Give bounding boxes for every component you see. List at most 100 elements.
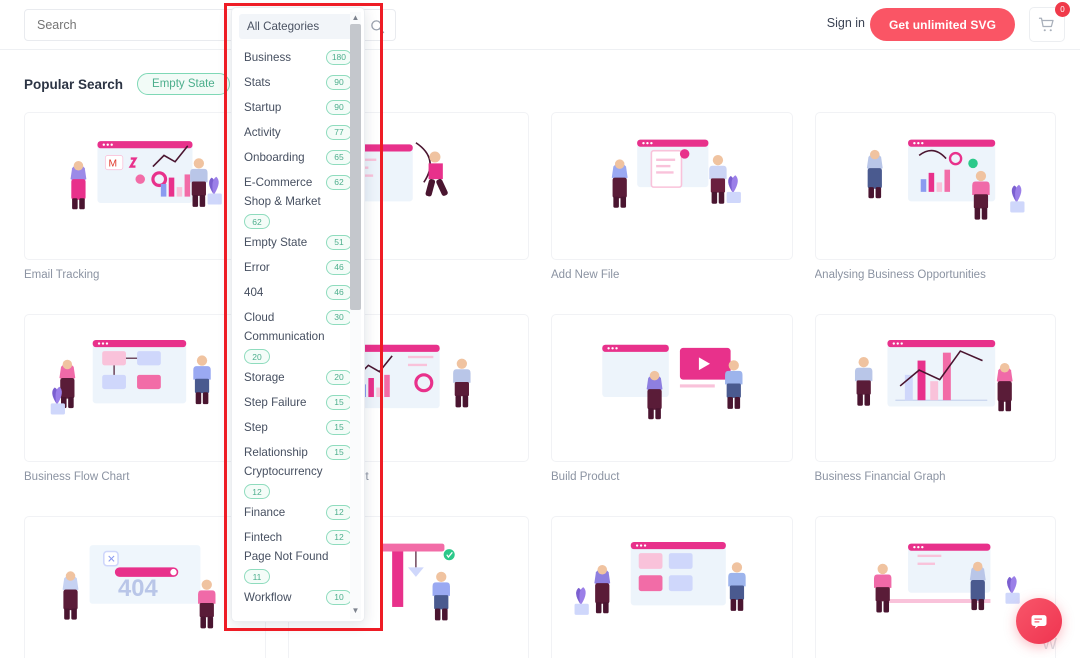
chevron-up-icon[interactable]: ▲ [351,13,360,22]
category-label: Empty State [244,235,308,249]
site-header: Sign in Get unlimited SVG 0 [0,0,1080,50]
category-item[interactable]: Page Not Found 11 [232,550,364,584]
illustration-title: Build Product [551,471,620,483]
category-label: Fintech [244,530,283,544]
category-item[interactable]: Cloud 30 [232,305,364,329]
category-label: Error [244,260,270,274]
category-item[interactable]: Step Failure 15 [232,390,364,414]
category-count-badge: 46 [326,259,352,275]
category-count-badge: 10 [326,589,352,605]
category-count-badge: 46 [326,284,352,300]
category-label: All Categories [247,20,320,33]
category-item[interactable]: Workflow 10 [232,585,364,609]
illustration-title: Add New File [551,269,620,281]
illustration-card[interactable]: Team Brainstorm [551,516,793,658]
category-label: 404 [244,285,264,299]
illustration-card[interactable]: Analysing Business Opportunities [814,112,1056,292]
illustration-title: Business Flow Chart [24,471,130,483]
category-label: Communication [244,330,325,343]
category-item[interactable]: Onboarding 65 [232,145,364,169]
category-count-badge: 62 [244,214,270,229]
category-count-badge: 30 [326,309,352,325]
category-list: All Categories Business 180 Stats 90 Startup 9… [232,8,364,621]
search-icon[interactable] [367,16,387,36]
category-item[interactable]: Startup 90 [232,95,364,119]
cart-button[interactable]: 0 [1029,2,1070,42]
category-item[interactable]: Finance 12 [232,500,364,524]
illustration-thumbnail[interactable]: M [24,112,266,260]
illustration-thumbnail[interactable] [814,516,1056,658]
category-count-badge: 90 [326,74,352,90]
category-count-badge: 51 [326,234,352,250]
category-item[interactable]: 404 46 [232,280,364,304]
category-label: Stats [244,75,271,89]
category-item[interactable]: Business 180 [232,45,364,69]
svg-text:✕: ✕ [107,554,116,565]
get-unlimited-svg-button[interactable]: Get unlimited SVG [870,8,1015,41]
category-count-badge: 12 [244,484,270,499]
category-label: Page Not Found [244,550,329,563]
illustration-title: Analysing Business Opportunities [814,269,986,281]
illustration-card[interactable]: Build Product [551,314,793,494]
illustration-thumbnail[interactable] [814,112,1056,260]
chat-bubble-icon [1031,615,1047,629]
illustration-thumbnail[interactable] [814,314,1056,462]
illustration-thumbnail[interactable]: 404 ✕ [24,516,266,658]
category-item[interactable]: E-Commerce 62 [232,170,364,194]
category-item[interactable]: Cryptocurrency 12 [232,465,364,499]
category-item[interactable]: Communication 20 [232,330,364,364]
illustration-card[interactable]: Business Financial Graph [814,314,1056,494]
category-label: Shop & Market [244,195,321,208]
category-item-all[interactable]: All Categories [239,14,357,39]
cart-count-badge: 0 [1055,2,1070,17]
category-dropdown[interactable]: All Categories Business 180 Stats 90 Startup 9… [231,7,365,622]
illustration-title: Business Financial Graph [814,471,946,483]
illustration-thumbnail[interactable] [551,112,793,260]
category-item[interactable]: Stats 90 [232,70,364,94]
category-label: Cloud [244,310,275,324]
chevron-down-icon[interactable]: ▼ [351,606,360,615]
illustration-card[interactable]: Business Flow Chart [24,314,266,494]
illustration-card[interactable]: M Email Tracking [24,112,266,292]
illustration-thumbnail[interactable] [551,516,793,658]
category-count-badge: 77 [326,124,352,140]
category-count-badge: 20 [326,369,352,385]
category-count-badge: 15 [326,419,352,435]
category-label: Step Failure [244,395,307,409]
svg-text:M: M [108,158,117,169]
sign-in-link[interactable]: Sign in [827,16,865,30]
category-label: Startup [244,100,282,114]
category-label: Relationship [244,445,308,459]
category-count-badge: 15 [326,394,352,410]
illustration-card[interactable]: Add New File [551,112,793,292]
illustration-thumbnail[interactable] [551,314,793,462]
category-label: Finance [244,505,286,519]
category-item[interactable]: Fintech 12 [232,525,364,549]
category-label: Activity [244,125,281,139]
category-item[interactable]: Error 46 [232,255,364,279]
category-count-badge: 90 [326,99,352,115]
category-label: Business [244,50,292,64]
category-count-badge: 11 [244,569,270,584]
category-label: E-Commerce [244,175,313,189]
illustration-card[interactable]: Office Work [814,516,1056,658]
svg-text:404: 404 [118,575,158,602]
category-item[interactable]: Relationship 15 [232,440,364,464]
category-count-badge: 15 [326,444,352,460]
category-label: Workflow [244,590,292,604]
category-item[interactable]: Activity 77 [232,120,364,144]
category-item[interactable]: Empty State 51 [232,230,364,254]
popular-search-label: Popular Search [24,76,124,92]
illustration-thumbnail[interactable] [24,314,266,462]
page-root: Sign in Get unlimited SVG 0 Popular Sear… [0,0,1080,658]
popular-tag-empty-state[interactable]: Empty State [137,73,230,95]
category-count-badge: 20 [244,349,270,364]
category-item[interactable]: Step 15 [232,415,364,439]
category-label: Step [244,420,268,434]
chat-widget-button[interactable] [1016,598,1062,644]
category-count-badge: 12 [326,529,352,545]
dropdown-scrollbar-thumb[interactable] [350,24,361,310]
category-item[interactable]: Shop & Market 62 [232,195,364,229]
illustration-card[interactable]: 404✕404 Error Page [24,516,266,658]
category-item[interactable]: Storage 20 [232,365,364,389]
